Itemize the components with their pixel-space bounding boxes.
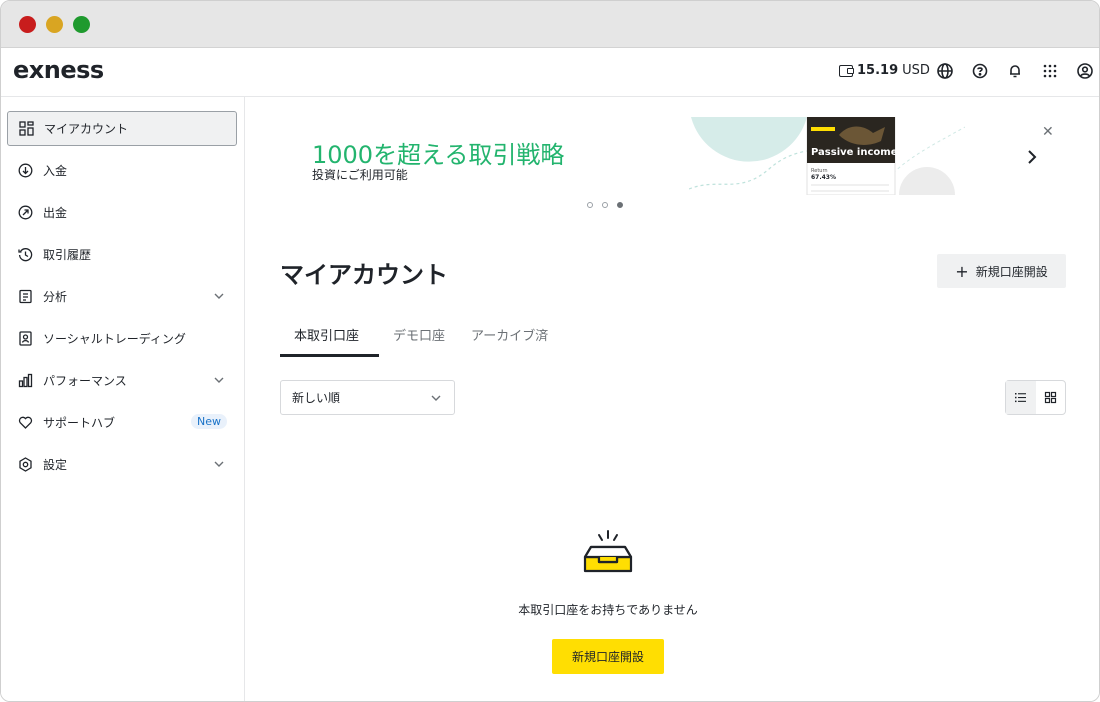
tab-archived[interactable]: アーカイブ済 <box>471 325 548 344</box>
sidebar: マイアカウント 入金 出金 取引履歴 分析 ソーシャルトレーディング パフォーマ… <box>1 97 245 701</box>
sidebar-item-label: 設定 <box>43 458 68 472</box>
performance-icon <box>17 373 33 389</box>
account-tabs: 本取引口座 デモ口座 アーカイブ済 <box>280 320 1099 358</box>
analytics-icon <box>17 289 33 305</box>
page-title: マイアカウント <box>280 261 448 289</box>
active-tab-indicator <box>280 354 379 357</box>
sidebar-item-withdraw[interactable]: 出金 <box>7 195 237 230</box>
sidebar-item-social-trading[interactable]: ソーシャルトレーディング <box>7 321 237 356</box>
carousel-dot[interactable] <box>602 202 608 208</box>
promo-banner[interactable]: 1000を超える取引戦略 投資にご利用可能 Passive income Ret… <box>245 97 1099 217</box>
sidebar-item-support-hub[interactable]: サポートハブ New <box>7 405 237 440</box>
sidebar-item-label: 分析 <box>43 290 68 304</box>
list-view-button[interactable] <box>1006 381 1036 414</box>
exness-logo[interactable]: exness <box>13 56 104 84</box>
account-balance[interactable]: 15.19 USD <box>839 63 930 78</box>
close-icon[interactable]: ✕ <box>1042 124 1054 140</box>
balance-currency: USD <box>902 63 930 78</box>
sort-dropdown[interactable]: 新しい順 <box>280 380 455 415</box>
open-new-account-button[interactable]: + 新規口座開設 <box>937 254 1066 288</box>
sidebar-item-label: ソーシャルトレーディング <box>43 332 186 346</box>
banner-illustration: Passive income Return 67.43% <box>689 117 965 195</box>
heart-icon <box>17 415 33 431</box>
top-header: exness 15.19 USD <box>1 48 1099 97</box>
carousel-dot-active[interactable] <box>617 202 623 208</box>
sidebar-item-label: マイアカウント <box>44 122 129 136</box>
sidebar-item-performance[interactable]: パフォーマンス <box>7 363 237 398</box>
withdraw-icon <box>17 205 33 221</box>
tab-demo-accounts[interactable]: デモ口座 <box>393 325 445 344</box>
carousel-dots <box>587 202 623 208</box>
sidebar-item-analytics[interactable]: 分析 <box>7 279 237 314</box>
bell-icon[interactable] <box>1006 62 1024 80</box>
plus-icon: + <box>955 261 969 281</box>
sidebar-item-history[interactable]: 取引履歴 <box>7 237 237 272</box>
globe-icon[interactable] <box>936 62 954 80</box>
sidebar-item-label: サポートハブ <box>43 416 116 430</box>
sidebar-item-label: 出金 <box>43 206 68 220</box>
banner-card-stat: 67.43% <box>811 174 836 181</box>
new-badge: New <box>191 414 227 429</box>
banner-title: 1000を超える取引戦略 <box>312 141 565 169</box>
sidebar-item-settings[interactable]: 設定 <box>7 447 237 482</box>
banner-subtitle: 投資にご利用可能 <box>312 168 408 182</box>
social-trading-icon <box>17 331 33 347</box>
chevron-down-icon <box>431 395 441 401</box>
sidebar-item-my-accounts[interactable]: マイアカウント <box>7 111 237 146</box>
help-icon[interactable] <box>971 62 989 80</box>
chevron-down-icon <box>214 293 224 299</box>
carousel-dot[interactable] <box>587 202 593 208</box>
minimize-window-button[interactable] <box>46 16 63 33</box>
sidebar-item-label: 取引履歴 <box>43 248 92 262</box>
chevron-down-icon <box>214 461 224 467</box>
maximize-window-button[interactable] <box>73 16 90 33</box>
main-content: 1000を超える取引戦略 投資にご利用可能 Passive income Ret… <box>245 97 1099 701</box>
window-titlebar <box>1 1 1099 48</box>
browser-window: exness 15.19 USD マイアカウント 入金 出金 取引履歴 分析 ソ… <box>0 0 1100 702</box>
view-toggle <box>1005 380 1066 415</box>
balance-amount: 15.19 <box>857 63 899 78</box>
sort-dropdown-value: 新しい順 <box>292 391 341 405</box>
chevron-right-icon[interactable] <box>1024 149 1040 165</box>
deposit-icon <box>17 163 33 179</box>
wallet-icon <box>839 64 854 77</box>
grid-view-button[interactable] <box>1036 381 1066 414</box>
grid-view-icon <box>1044 391 1056 404</box>
banner-card-title: Passive income <box>811 147 898 158</box>
settings-icon <box>17 457 33 473</box>
chevron-down-icon <box>214 377 224 383</box>
sidebar-item-label: パフォーマンス <box>43 374 127 388</box>
empty-state-message: 本取引口座をお持ちでありません <box>518 603 698 617</box>
apps-grid-icon[interactable] <box>1041 62 1059 80</box>
close-window-button[interactable] <box>19 16 36 33</box>
open-new-account-label: 新規口座開設 <box>975 264 1048 279</box>
tab-real-accounts[interactable]: 本取引口座 <box>294 325 359 344</box>
empty-state-open-account-button[interactable]: 新規口座開設 <box>552 639 664 674</box>
list-view-icon <box>1015 393 1027 403</box>
sidebar-item-deposit[interactable]: 入金 <box>7 153 237 188</box>
empty-inbox-icon <box>583 530 633 573</box>
profile-icon[interactable] <box>1076 62 1094 80</box>
history-icon <box>17 247 33 263</box>
dashboard-icon <box>18 121 34 137</box>
sidebar-item-label: 入金 <box>43 164 68 178</box>
